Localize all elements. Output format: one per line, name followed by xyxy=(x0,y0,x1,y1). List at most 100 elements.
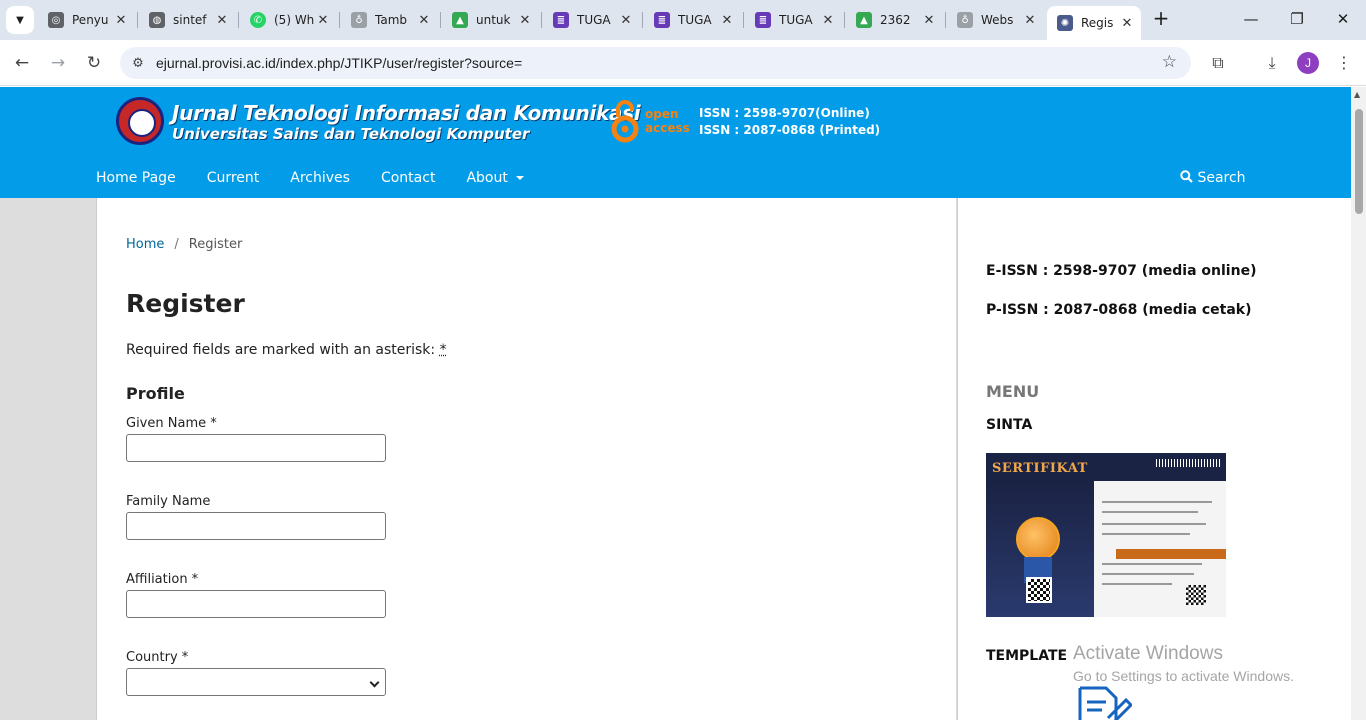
close-icon[interactable]: ✕ xyxy=(1119,16,1135,31)
journal-subtitle: Universitas Sains dan Teknologi Komputer xyxy=(172,125,530,143)
sidebar-menu-heading: MENU xyxy=(986,382,1040,401)
browser-tab[interactable]: ≣ TUGA ✕ xyxy=(644,6,741,34)
sinta-certificate-image[interactable]: SERTIFIKAT xyxy=(986,453,1226,617)
close-icon[interactable]: ✕ xyxy=(416,13,432,28)
sidebar-eissn: E-ISSN : 2598-9707 (media online) xyxy=(986,263,1257,279)
certificate-title: SERTIFIKAT xyxy=(992,461,1088,476)
qr-code-icon xyxy=(1186,585,1206,605)
forward-button[interactable]: → xyxy=(45,50,71,76)
profile-section-heading: Profile xyxy=(126,384,185,403)
browser-toolbar: ← → ↻ ⚙ ejurnal.provisi.ac.id/index.php/… xyxy=(0,40,1366,86)
header-issn: ISSN : 2598-9707(Online) ISSN : 2087-086… xyxy=(699,105,880,139)
download-icon[interactable]: ⤓ xyxy=(1259,50,1285,76)
google-forms-icon: ≣ xyxy=(654,12,670,28)
reload-button[interactable]: ↻ xyxy=(81,50,107,76)
google-forms-icon: ≣ xyxy=(553,12,569,28)
nav-contact[interactable]: Contact xyxy=(381,170,435,190)
profile-avatar[interactable]: J xyxy=(1297,52,1319,74)
breadcrumb-home[interactable]: Home xyxy=(126,237,164,252)
close-icon[interactable]: ✕ xyxy=(921,13,937,28)
new-tab-button[interactable]: + xyxy=(1150,8,1172,30)
nav-about-label: About xyxy=(466,170,508,186)
arrow-left-icon: ← xyxy=(14,53,30,73)
activate-windows-title: Activate Windows xyxy=(1073,643,1223,664)
journal-title[interactable]: Jurnal Teknologi Informasi dan Komunikas… xyxy=(172,101,641,125)
minimize-icon: — xyxy=(1243,10,1259,28)
close-icon[interactable]: ✕ xyxy=(719,13,735,28)
family-name-label: Family Name xyxy=(126,494,211,509)
issn-online: ISSN : 2598-9707(Online) xyxy=(699,106,870,120)
browser-tab-bar: ▼ ◎ Penyu ✕ ◍ sintef ✕ ✆ (5) Wh ✕ ♁ Tamb… xyxy=(0,0,1366,40)
nav-archives[interactable]: Archives xyxy=(290,170,350,190)
family-name-input[interactable] xyxy=(126,512,386,540)
close-window-button[interactable]: ✕ xyxy=(1332,8,1354,30)
nav-about[interactable]: About xyxy=(466,170,524,190)
browser-tab-active[interactable]: ✺ Regis ✕ xyxy=(1047,6,1141,40)
close-icon[interactable]: ✕ xyxy=(618,13,634,28)
kebab-menu-icon[interactable]: ⋮ xyxy=(1331,50,1357,76)
back-button[interactable]: ← xyxy=(9,50,35,76)
primary-nav: Home Page Current Archives Contact About xyxy=(96,170,555,190)
nav-current[interactable]: Current xyxy=(207,170,260,190)
browser-tab[interactable]: ≣ TUGA ✕ xyxy=(543,6,640,34)
tab-search-button[interactable]: ▼ xyxy=(6,6,34,34)
close-icon[interactable]: ✕ xyxy=(820,13,836,28)
barcode-icon xyxy=(1156,459,1220,467)
template-document-icon[interactable] xyxy=(1078,684,1132,720)
extensions-icon[interactable]: ⧉ xyxy=(1205,50,1231,76)
scroll-thumb[interactable] xyxy=(1355,109,1363,214)
tab-title: Webs xyxy=(981,13,1014,27)
tab-favicon-icon: ◍ xyxy=(149,12,165,28)
url-text[interactable]: ejurnal.provisi.ac.id/index.php/JTIKP/us… xyxy=(156,55,522,71)
browser-tab[interactable]: ◎ Penyu ✕ xyxy=(38,6,135,34)
qr-code-icon xyxy=(1026,577,1052,603)
required-asterisk: * xyxy=(439,342,447,358)
tab-title: Penyu xyxy=(72,13,109,27)
close-icon[interactable]: ✕ xyxy=(113,13,129,28)
issn-printed: ISSN : 2087-0868 (Printed) xyxy=(699,123,881,137)
restore-button[interactable]: ❐ xyxy=(1286,8,1308,30)
close-icon[interactable]: ✕ xyxy=(517,13,533,28)
given-name-input[interactable] xyxy=(126,434,386,462)
tab-favicon-icon: ♁ xyxy=(351,12,367,28)
tab-title: Regis xyxy=(1081,16,1114,30)
close-icon[interactable]: ✕ xyxy=(1022,13,1038,28)
close-icon: ✕ xyxy=(1336,10,1350,28)
tab-favicon-icon: ♁ xyxy=(957,12,973,28)
search-link[interactable]: Search xyxy=(1180,170,1246,186)
open-access-label: open access xyxy=(645,107,690,135)
nav-home-page[interactable]: Home Page xyxy=(96,170,176,190)
address-bar[interactable]: ⚙ ejurnal.provisi.ac.id/index.php/JTIKP/… xyxy=(120,47,1191,79)
close-icon[interactable]: ✕ xyxy=(214,13,230,28)
breadcrumb: Home / Register xyxy=(126,237,242,252)
browser-tab[interactable]: ♁ Tamb ✕ xyxy=(341,6,438,34)
reload-icon: ↻ xyxy=(86,53,102,73)
bookmark-star-icon[interactable]: ☆ xyxy=(1162,52,1177,72)
minimize-button[interactable]: — xyxy=(1240,8,1262,30)
country-select[interactable] xyxy=(126,668,386,696)
site-settings-icon[interactable]: ⚙ xyxy=(120,56,156,71)
tab-title: untuk xyxy=(476,13,511,27)
browser-tab[interactable]: ✆ (5) Wh ✕ xyxy=(240,6,337,34)
country-label: Country * xyxy=(126,650,189,665)
tab-title: (5) Wh xyxy=(274,13,315,27)
browser-tab[interactable]: ▲ 2362 ✕ xyxy=(846,6,943,34)
browser-tab[interactable]: ◍ sintef ✕ xyxy=(139,6,236,34)
affiliation-input[interactable] xyxy=(126,590,386,618)
breadcrumb-separator: / xyxy=(174,237,179,252)
scroll-up-icon[interactable]: ▲ xyxy=(1354,90,1360,99)
medal-icon xyxy=(1016,517,1060,561)
browser-tab[interactable]: ≣ TUGA ✕ xyxy=(745,6,842,34)
required-note: Required fields are marked with an aster… xyxy=(126,342,447,358)
chevron-down-icon: ▼ xyxy=(16,14,24,26)
activate-windows-subtitle: Go to Settings to activate Windows. xyxy=(1073,668,1294,684)
page-scrollbar[interactable]: ▲ xyxy=(1351,87,1366,720)
restore-icon: ❐ xyxy=(1290,10,1304,28)
close-icon[interactable]: ✕ xyxy=(315,13,331,28)
browser-tab[interactable]: ▲ untuk ✕ xyxy=(442,6,539,34)
open-access-lock-icon xyxy=(611,100,639,143)
tab-title: TUGA xyxy=(678,13,712,27)
browser-tab[interactable]: ♁ Webs ✕ xyxy=(947,6,1044,34)
sidebar: E-ISSN : 2598-9707 (media online) P-ISSN… xyxy=(957,198,1351,720)
breadcrumb-current: Register xyxy=(188,237,243,252)
